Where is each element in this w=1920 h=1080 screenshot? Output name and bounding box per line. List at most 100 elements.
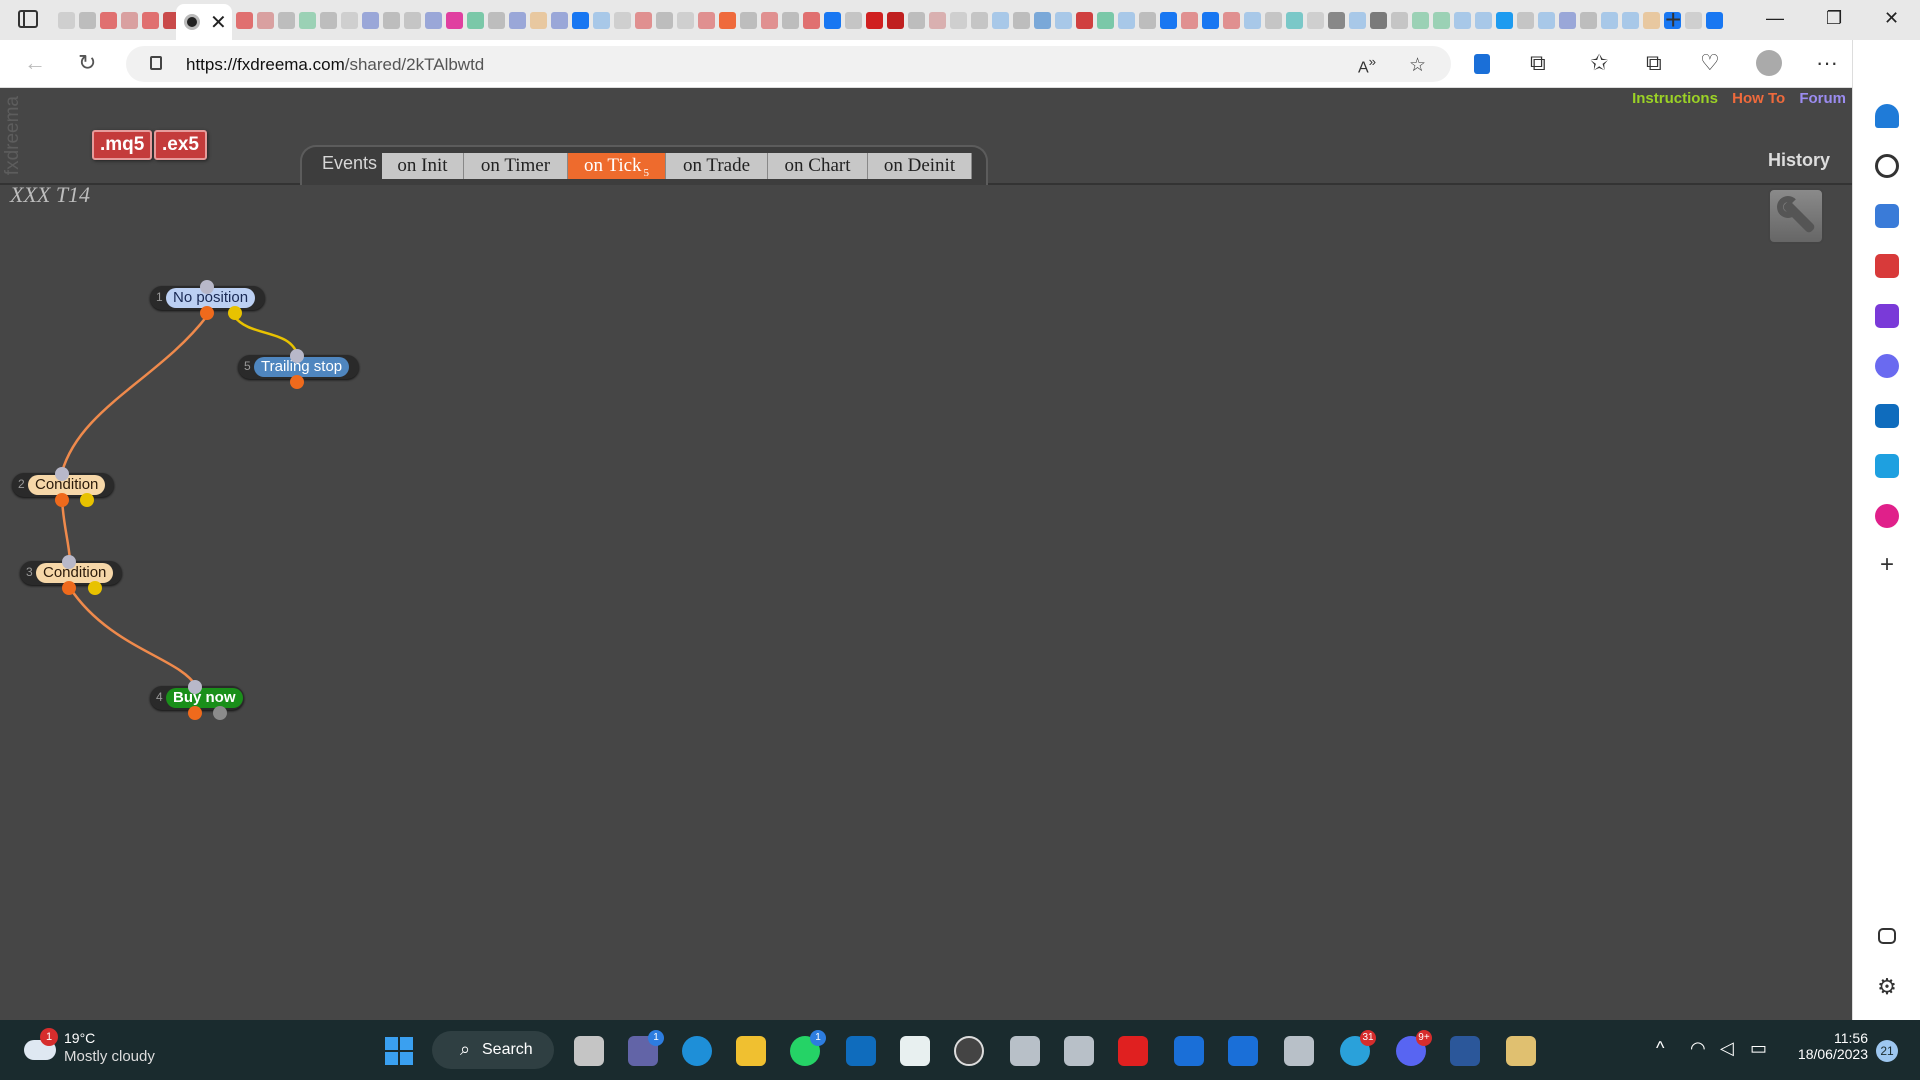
tab-favicon[interactable] — [509, 11, 526, 29]
output-connector-true[interactable] — [55, 493, 69, 507]
tab-favicon[interactable] — [1286, 11, 1303, 29]
tab-favicon[interactable] — [1580, 11, 1597, 29]
tab-favicon[interactable] — [1034, 11, 1051, 29]
tab-favicon[interactable] — [908, 11, 925, 29]
restore-button[interactable]: ❐ — [1826, 8, 1842, 29]
tab-favicon[interactable] — [1433, 11, 1450, 29]
tab-favicon[interactable] — [1706, 11, 1723, 29]
output-connector[interactable] — [290, 375, 304, 389]
input-connector[interactable] — [188, 680, 202, 694]
input-connector[interactable] — [290, 349, 304, 363]
tab-favicon[interactable] — [761, 11, 778, 29]
tab-favicon[interactable] — [782, 11, 799, 29]
more-menu-icon[interactable]: ··· — [1816, 50, 1838, 76]
tab-favicon[interactable] — [1643, 11, 1660, 29]
app-icon[interactable] — [1064, 1036, 1094, 1066]
file-explorer-icon[interactable] — [736, 1036, 766, 1066]
battery-icon[interactable]: ▭ — [1750, 1038, 1767, 1059]
tab-favicon[interactable] — [1307, 11, 1324, 29]
tab-favicon[interactable] — [845, 11, 862, 29]
close-window-button[interactable]: ✕ — [1884, 8, 1899, 29]
task-view-icon[interactable] — [574, 1036, 604, 1066]
workspaces-icon[interactable] — [18, 10, 38, 28]
read-aloud-icon[interactable]: A» — [1358, 54, 1376, 77]
volume-icon[interactable]: ◁ — [1720, 1038, 1734, 1059]
ig-trading-icon[interactable] — [1118, 1036, 1148, 1066]
tab-favicon[interactable] — [320, 11, 337, 29]
tab-favicon[interactable] — [278, 11, 295, 29]
tab-favicon[interactable] — [593, 11, 610, 29]
tab-favicon[interactable] — [58, 11, 75, 29]
word-icon[interactable] — [1450, 1036, 1480, 1066]
input-connector[interactable] — [55, 467, 69, 481]
tab-favicon[interactable] — [488, 11, 505, 29]
clock[interactable]: 11:56 18/06/2023 — [1786, 1030, 1868, 1062]
hide-sidebar-icon[interactable] — [1878, 928, 1896, 944]
shopping-tag-icon[interactable] — [1875, 204, 1899, 228]
tab-favicon[interactable] — [1328, 11, 1345, 29]
tab-favicon[interactable] — [404, 11, 421, 29]
collections-icon[interactable]: ⧉ — [1646, 50, 1662, 76]
tab-favicon[interactable] — [1496, 11, 1513, 29]
back-icon[interactable]: ← — [24, 50, 46, 76]
tab-favicon[interactable] — [950, 11, 967, 29]
tab-favicon[interactable] — [1454, 11, 1471, 29]
drop-send-icon[interactable] — [1875, 454, 1899, 478]
edge-icon[interactable] — [682, 1036, 712, 1066]
tab-favicon[interactable] — [1055, 11, 1072, 29]
tab-favicon[interactable] — [467, 11, 484, 29]
tab-favicon[interactable] — [614, 11, 631, 29]
tab-favicon[interactable] — [530, 11, 547, 29]
browser-essentials-icon[interactable]: ♡ — [1700, 50, 1720, 76]
p-app-icon[interactable] — [1228, 1036, 1258, 1066]
tab-favicon[interactable] — [1559, 11, 1576, 29]
search-icon[interactable] — [1875, 154, 1899, 178]
tab-favicon[interactable] — [1076, 11, 1093, 29]
tab-favicon[interactable] — [257, 11, 274, 29]
notification-count[interactable]: 21 — [1876, 1040, 1898, 1062]
tab-favicon[interactable] — [1244, 11, 1261, 29]
tab-favicon[interactable] — [1118, 11, 1135, 29]
app-icon[interactable] — [900, 1036, 930, 1066]
extension-app-icon[interactable] — [1875, 504, 1899, 528]
tab-favicon[interactable] — [1517, 11, 1534, 29]
active-tab[interactable]: ✕ — [176, 4, 232, 40]
extension-icon[interactable] — [1474, 54, 1490, 74]
tab-favicon[interactable] — [1202, 11, 1219, 29]
tab-favicon[interactable] — [551, 11, 568, 29]
notifications-bell-icon[interactable] — [1875, 104, 1899, 128]
tab-favicon[interactable] — [1349, 11, 1366, 29]
games-chess-icon[interactable] — [1875, 304, 1899, 328]
p-app-icon[interactable] — [1174, 1036, 1204, 1066]
url-field[interactable]: https://fxdreema.com/shared/2kTAlbwtd A»… — [126, 46, 1451, 82]
output-connector[interactable] — [188, 706, 202, 720]
tab-favicon[interactable] — [1160, 11, 1177, 29]
tab-favicon[interactable] — [866, 11, 883, 29]
app-icon[interactable] — [1506, 1036, 1536, 1066]
tab-favicon[interactable] — [1139, 11, 1156, 29]
tab-favicon[interactable] — [1475, 11, 1492, 29]
microsoft-365-icon[interactable] — [1875, 354, 1899, 378]
favorite-star-icon[interactable]: ☆ — [1409, 54, 1426, 77]
tab-favicon[interactable] — [362, 11, 379, 29]
tab-favicon[interactable] — [1391, 11, 1408, 29]
tab-favicon[interactable] — [1181, 11, 1198, 29]
output-connector-true[interactable] — [200, 306, 214, 320]
output-connector-false[interactable] — [228, 306, 242, 320]
new-tab-button[interactable]: + — [1665, 4, 1681, 36]
tab-favicon[interactable] — [572, 11, 589, 29]
url-text[interactable]: https://fxdreema.com/shared/2kTAlbwtd — [186, 55, 484, 75]
refresh-icon[interactable]: ↻ — [78, 50, 96, 76]
taskbar-search[interactable]: ⌕ Search — [432, 1031, 554, 1069]
add-sidebar-app-icon[interactable]: + — [1875, 553, 1899, 578]
tab-favicon[interactable] — [824, 11, 841, 29]
tab-favicon[interactable] — [100, 11, 117, 29]
tab-favicon[interactable] — [929, 11, 946, 29]
tab-favicon[interactable] — [1685, 11, 1702, 29]
minimize-button[interactable]: — — [1766, 8, 1784, 29]
tab-favicon[interactable] — [740, 11, 757, 29]
input-connector[interactable] — [200, 280, 214, 294]
tab-favicon[interactable] — [1412, 11, 1429, 29]
tab-favicon[interactable] — [299, 11, 316, 29]
settings-gear-icon[interactable]: ⚙ — [1875, 976, 1899, 1000]
